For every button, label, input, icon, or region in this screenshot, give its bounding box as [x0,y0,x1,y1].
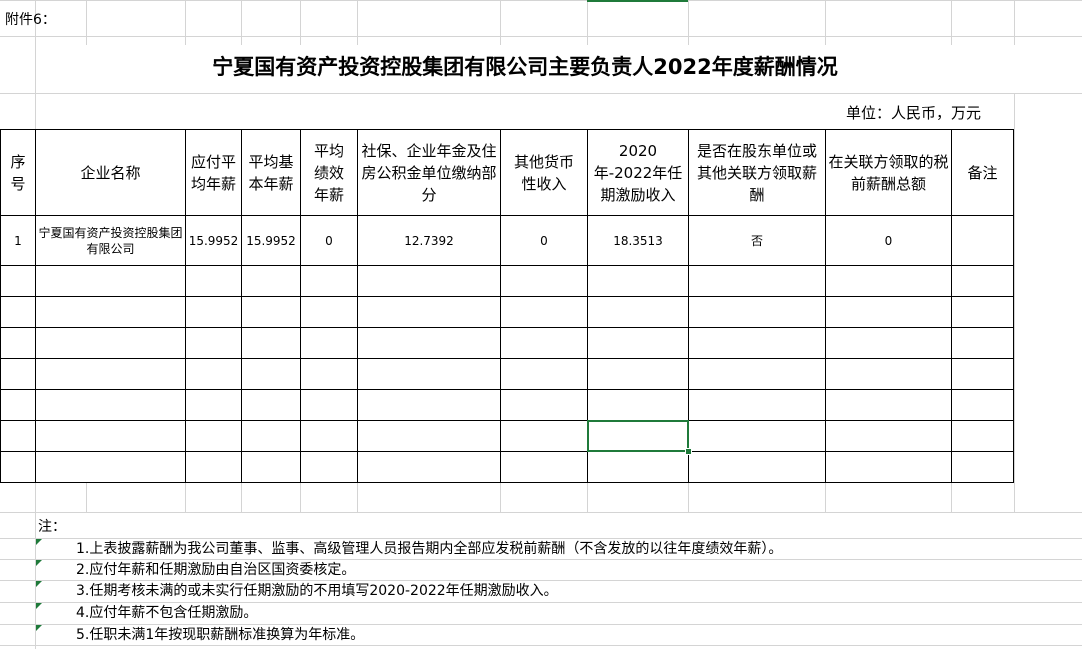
note-item: 2.应付年薪和任期激励由自治区国资委核定。 [76,562,356,578]
cell-base-salary[interactable]: 15.9952 [242,216,300,265]
note-item: 1.上表披露薪酬为我公司董事、监事、高级管理人员报告期内全部应发税前薪酬（不含发… [76,541,783,557]
cell-remark[interactable] [952,216,1013,265]
header-remark[interactable]: 备注 [952,130,1013,215]
comment-marker [36,539,42,545]
header-performance-salary[interactable]: 平均绩效年薪 [301,130,357,215]
cell-social-insurance[interactable]: 12.7392 [358,216,500,265]
header-company[interactable]: 企业名称 [36,130,185,215]
cell-incentive[interactable]: 18.3513 [588,216,688,265]
header-shareholder-pay[interactable]: 是否在股东单位或其他关联方领取薪酬 [689,130,825,215]
selected-cell[interactable] [587,420,689,452]
comment-marker [36,625,42,631]
cell-performance-salary[interactable]: 0 [301,216,357,265]
notes-label: 注： [38,519,66,535]
header-incentive[interactable]: 2020年-2022年任期激励收入 [588,130,688,215]
cell-annual-salary[interactable]: 15.9952 [186,216,241,265]
note-item: 5.任职未满1年按现职薪酬标准换算为年标准。 [76,627,365,643]
fill-handle[interactable] [685,448,692,455]
header-seq[interactable]: 序号 [1,130,35,215]
cell-related-pay[interactable]: 0 [826,216,951,265]
header-annual-salary[interactable]: 应付平均年薪 [186,130,241,215]
attachment-label: 附件6： [5,12,56,28]
comment-marker [36,560,42,566]
cell-other-income[interactable]: 0 [501,216,587,265]
cell-company[interactable]: 宁夏国有资产投资控股集团有限公司 [36,216,185,265]
header-related-pay[interactable]: 在关联方领取的税前薪酬总额 [826,130,951,215]
page-title: 宁夏国有资产投资控股集团有限公司主要负责人2022年度薪酬情况 [212,55,838,79]
note-item: 4.应付年薪不包含任期激励。 [76,605,258,621]
note-item: 3.任期考核未满的或未实行任期激励的不用填写2020-2022年任期激励收入。 [76,583,558,599]
header-social-insurance[interactable]: 社保、企业年金及住房公积金单位缴纳部分 [358,130,500,215]
header-other-income[interactable]: 其他货币性收入 [501,130,587,215]
comment-marker [36,603,42,609]
cell-shareholder-pay[interactable]: 否 [689,216,825,265]
header-base-salary[interactable]: 平均基本年薪 [242,130,300,215]
unit-label: 单位：人民币，万元 [846,104,982,122]
comment-marker [36,581,42,587]
cell-seq[interactable]: 1 [1,216,35,265]
